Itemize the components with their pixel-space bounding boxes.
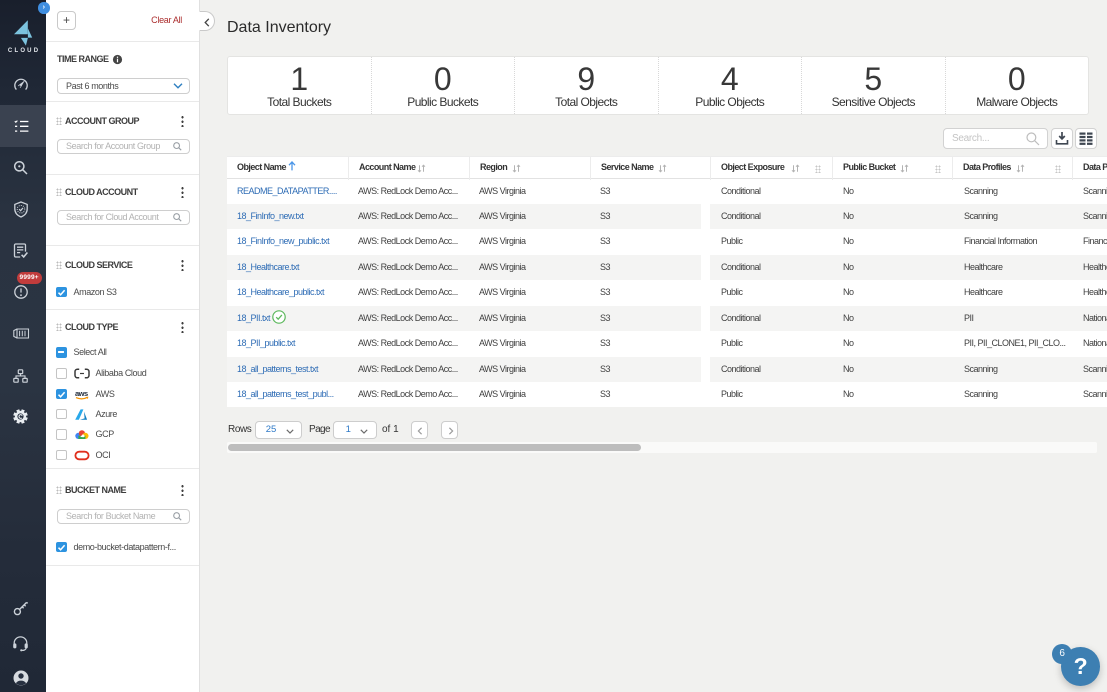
svg-text:aws: aws — [75, 389, 88, 398]
